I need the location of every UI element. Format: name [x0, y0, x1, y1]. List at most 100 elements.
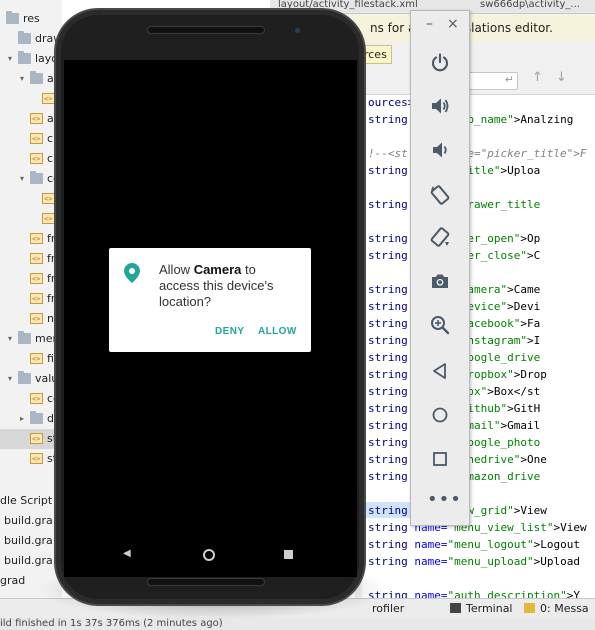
code-token-attr: name= [407, 555, 448, 568]
screenshot-button[interactable] [426, 267, 454, 295]
xml-file-icon [30, 289, 43, 309]
code-line: string op_name">Analzing [368, 113, 573, 126]
tree-item[interactable]: ▾menu [0, 329, 62, 349]
tree-item-label: n [47, 312, 54, 325]
expand-arrow-icon[interactable]: ▾ [8, 49, 12, 69]
code-token-tail: >Uploa [500, 164, 541, 177]
code-token-tag: string [368, 317, 408, 330]
code-token-tail: >Drop [513, 368, 547, 381]
zoom-button[interactable] [426, 311, 454, 339]
minimize-button[interactable]: – [426, 17, 433, 31]
folder-icon [18, 331, 31, 344]
location-permission-dialog: Allow Camera to access this device's loc… [109, 248, 311, 352]
zoom-in-icon [431, 316, 450, 335]
rotate-right-button[interactable] [426, 223, 454, 251]
code-token-tail: >Logout [533, 538, 580, 551]
xml-file-icon [30, 429, 43, 449]
code-token-tail: >View [553, 521, 587, 534]
code-token-tag: string [368, 164, 408, 177]
folder-icon [18, 51, 31, 64]
tree-item[interactable]: ▾co [0, 169, 62, 189]
tree-item[interactable]: fr [0, 229, 62, 249]
code-token-tag: string [368, 419, 408, 432]
expand-arrow-icon[interactable]: ▾ [8, 369, 12, 389]
tree-item[interactable]: cl [0, 129, 62, 149]
bottom-speaker [147, 578, 265, 586]
android-back-icon[interactable]: ◀ [123, 548, 131, 560]
code-token-tail: >C [526, 249, 541, 262]
home-button[interactable] [426, 401, 454, 429]
tree-item[interactable] [0, 189, 62, 209]
tree-item[interactable]: fr [0, 269, 62, 289]
tree-item[interactable]: fi [0, 349, 62, 369]
app-name: Camera [193, 262, 242, 277]
code-token-tag: string [368, 453, 408, 466]
code-token-tag: string [368, 385, 408, 398]
code-token-tail: >Box</st [487, 385, 541, 398]
code-token-tag: string [368, 249, 408, 262]
search-input[interactable]: ↵ [468, 72, 518, 90]
more-options-button[interactable]: ••• [427, 491, 462, 509]
tree-item[interactable]: ap [0, 109, 62, 129]
back-button[interactable] [426, 357, 454, 385]
gradle-item[interactable]: build.gra [4, 514, 53, 527]
expand-arrow-icon[interactable]: ▾ [8, 329, 12, 349]
close-button[interactable]: × [447, 17, 459, 31]
code-line: string name="menu_upload">Upload [368, 555, 580, 568]
expand-arrow-icon[interactable]: ▾ [20, 169, 24, 189]
android-home-icon[interactable] [203, 549, 215, 561]
allow-button[interactable]: ALLOW [258, 326, 297, 337]
home-circle-icon [432, 407, 448, 423]
volume-up-button[interactable] [426, 92, 454, 120]
next-occurrence-icon[interactable]: ↓ [556, 70, 567, 85]
return-icon: ↵ [504, 73, 514, 86]
xml-file-icon [30, 309, 43, 329]
code-token-tail: >Devi [507, 300, 541, 313]
rotate-right-icon [430, 227, 450, 247]
tree-item[interactable]: cl [0, 149, 62, 169]
deny-button[interactable]: DENY [215, 326, 244, 337]
xml-file-icon [30, 349, 43, 369]
volume-down-button[interactable] [426, 136, 454, 164]
overview-button[interactable] [426, 445, 454, 473]
tree-item[interactable]: co [0, 389, 62, 409]
code-token-tail: >GitH [507, 402, 541, 415]
tree-item[interactable]: st [0, 429, 62, 449]
overview-square-icon [433, 452, 447, 466]
android-recents-icon[interactable] [284, 550, 293, 559]
tree-item[interactable]: ▸ d [0, 409, 62, 429]
previous-occurrence-icon[interactable]: ↑ [532, 70, 543, 85]
tree-item[interactable] [0, 209, 62, 229]
code-token-tag: string [368, 334, 408, 347]
location-pin-icon [124, 263, 140, 283]
xml-file-icon [30, 149, 43, 169]
tree-item[interactable]: ▾res [0, 9, 62, 29]
gradle-item[interactable]: build.gra [4, 534, 53, 547]
tree-item[interactable]: n [0, 309, 62, 329]
back-triangle-icon [433, 363, 446, 379]
tree-item[interactable]: fr [0, 289, 62, 309]
expand-arrow-icon[interactable]: ▾ [20, 69, 24, 89]
rotate-left-button[interactable] [426, 181, 454, 209]
tree-item[interactable]: drawa [0, 29, 62, 49]
gradle-item[interactable]: grad [0, 574, 25, 587]
messages-tab[interactable]: 0: Messa [524, 602, 589, 615]
tab-sw666dp-activity[interactable]: sw666dp\activity_... [480, 0, 595, 14]
tree-item-label: fi [47, 352, 54, 365]
tree-item[interactable]: ▾layou [0, 49, 62, 69]
gradle-scripts-label[interactable]: dle Script [0, 494, 52, 507]
tree-item[interactable]: st [0, 449, 62, 469]
terminal-tab[interactable]: Terminal [450, 602, 513, 615]
code-token-tail: >Op [520, 232, 541, 245]
code-token-attr: name= [407, 538, 448, 551]
tree-item[interactable]: ▾value [0, 369, 62, 389]
power-button[interactable] [426, 49, 454, 77]
tree-item[interactable]: fr [0, 249, 62, 269]
code-line: string name="menu_logout">Logout [368, 538, 580, 551]
tree-item[interactable] [0, 89, 62, 109]
expand-arrow-icon[interactable]: ▸ [20, 409, 24, 429]
folder-icon [18, 371, 31, 384]
code-token-tag: string [368, 232, 408, 245]
volume-down-icon [433, 142, 447, 158]
tree-item[interactable]: ▾ac [0, 69, 62, 89]
